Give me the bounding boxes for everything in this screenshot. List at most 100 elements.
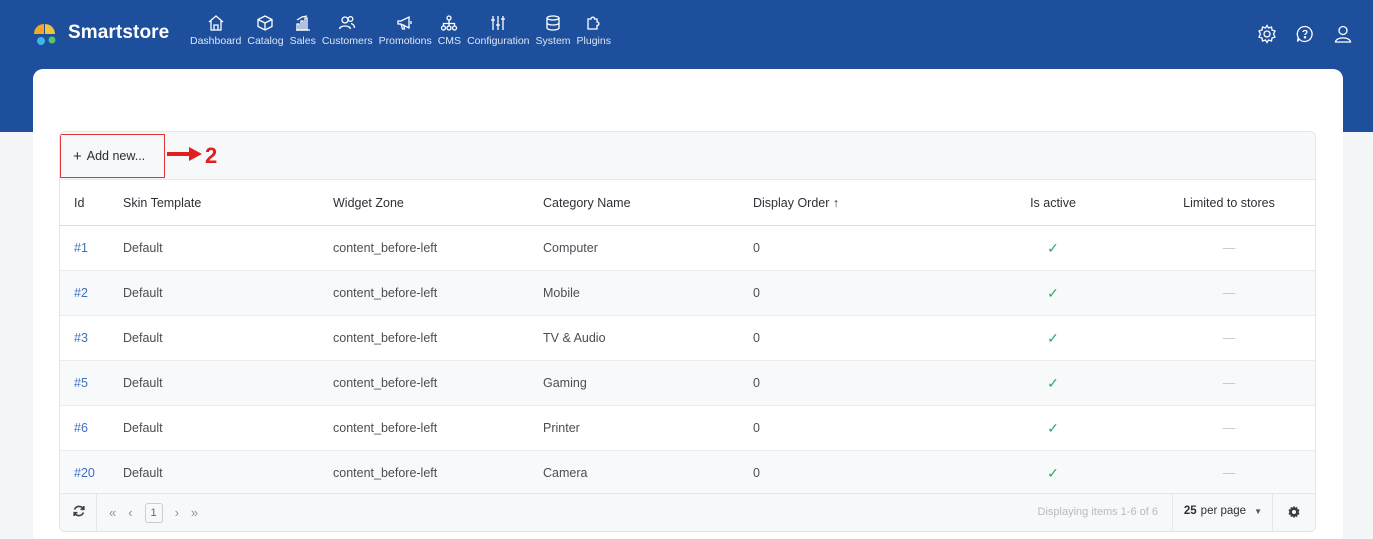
column-header-skin-template[interactable]: Skin Template (123, 196, 333, 210)
check-icon: ✓ (1047, 284, 1059, 301)
dash-icon: — (1222, 376, 1236, 390)
cell-zone: content_before-left (333, 466, 438, 480)
plus-icon: + (73, 147, 82, 165)
footer-divider (96, 493, 97, 531)
grid-toolbar: + Add new... 2 (60, 132, 1315, 180)
nav-label: Sales (289, 35, 316, 47)
row-id-link[interactable]: #2 (60, 286, 123, 300)
per-page-suffix: per page (1200, 505, 1247, 517)
column-header-limited-to-stores[interactable]: Limited to stores (1143, 196, 1315, 210)
smartstore-logo-icon (32, 22, 62, 45)
megaphone-icon (396, 14, 414, 35)
grid-footer: « ‹ 1 › » Displaying items 1-6 of 6 25 p… (60, 493, 1315, 531)
row-id-link[interactable]: #5 (60, 376, 123, 390)
table-row[interactable]: #5 Default content_before-left Gaming 0 … (60, 361, 1315, 406)
add-new-button[interactable]: + Add new... (60, 134, 165, 178)
current-page-button[interactable]: 1 (144, 502, 163, 523)
last-page-button[interactable]: » (191, 505, 198, 520)
dash-icon: — (1222, 331, 1236, 345)
cell-order: 0 (753, 331, 760, 345)
nav-sales[interactable]: Sales (290, 14, 316, 47)
cell-skin: Default (123, 421, 163, 435)
user-icon[interactable] (1333, 24, 1353, 49)
column-header-id[interactable]: Id (60, 196, 123, 210)
nav-cms[interactable]: CMS (438, 14, 461, 47)
dash-icon: — (1222, 241, 1236, 255)
refresh-icon[interactable] (72, 504, 86, 521)
dash-icon: — (1222, 421, 1236, 435)
table-row[interactable]: #6 Default content_before-left Printer 0… (60, 406, 1315, 451)
nav-customers[interactable]: Customers (322, 14, 373, 47)
cell-zone: content_before-left (333, 376, 438, 390)
row-id-link[interactable]: #20 (60, 466, 123, 480)
per-page-select[interactable]: 25 per page ▼ (1184, 505, 1262, 517)
cell-category: Computer (543, 241, 598, 255)
prev-page-button[interactable]: ‹ (128, 505, 132, 520)
annotation-arrow-icon (167, 146, 203, 167)
footer-divider (1172, 494, 1173, 531)
annotation-step-number: 2 (205, 143, 218, 168)
table-header: Id Skin Template Widget Zone Category Na… (60, 180, 1315, 226)
check-icon: ✓ (1047, 329, 1059, 346)
footer-divider (1272, 494, 1273, 531)
cell-category: Mobile (543, 286, 580, 300)
nav-catalog[interactable]: Catalog (247, 14, 284, 47)
nav-configuration[interactable]: Configuration (467, 14, 530, 47)
grid-settings-gear-icon[interactable] (1287, 505, 1301, 522)
cell-skin: Default (123, 286, 163, 300)
caret-down-icon: ▼ (1254, 506, 1262, 516)
cell-zone: content_before-left (333, 286, 438, 300)
next-page-button[interactable]: › (175, 505, 179, 520)
sliders-icon (489, 14, 507, 35)
check-icon: ✓ (1047, 464, 1059, 481)
cell-order: 0 (753, 466, 760, 480)
sitemap-icon (440, 14, 458, 35)
dash-icon: — (1222, 286, 1236, 300)
settings-gear-icon[interactable] (1257, 24, 1277, 49)
nav-plugins[interactable]: Plugins (577, 14, 611, 47)
nav-label: Dashboard (190, 35, 242, 47)
nav-label: Configuration (467, 35, 530, 47)
nav-dashboard[interactable]: Dashboard (190, 14, 241, 47)
cell-skin: Default (123, 331, 163, 345)
row-id-link[interactable]: #3 (60, 331, 123, 345)
header-actions (1239, 24, 1353, 49)
column-header-is-active[interactable]: Is active (963, 196, 1143, 210)
nav-system[interactable]: System (536, 14, 571, 47)
home-icon (207, 14, 225, 35)
help-icon[interactable] (1295, 24, 1315, 49)
nav-label: Plugins (576, 35, 611, 47)
per-page-value: 25 (1183, 505, 1197, 517)
cell-skin: Default (123, 241, 163, 255)
bar-chart-icon (294, 14, 312, 35)
cell-skin: Default (123, 466, 163, 480)
cell-zone: content_before-left (333, 421, 438, 435)
column-header-widget-zone[interactable]: Widget Zone (333, 196, 543, 210)
cell-order: 0 (753, 286, 760, 300)
check-icon: ✓ (1047, 374, 1059, 391)
nav-label: CMS (437, 35, 462, 47)
add-new-label: Add new... (86, 149, 146, 163)
check-icon: ✓ (1047, 419, 1059, 436)
display-info: Displaying items 1-6 of 6 (1037, 506, 1158, 518)
cell-zone: content_before-left (333, 331, 438, 345)
database-icon (544, 14, 562, 35)
column-header-category-name[interactable]: Category Name (543, 196, 753, 210)
cell-zone: content_before-left (333, 241, 438, 255)
table-row[interactable]: #2 Default content_before-left Mobile 0 … (60, 271, 1315, 316)
column-header-display-order[interactable]: Display Order ↑ (753, 196, 963, 210)
puzzle-icon (585, 14, 603, 35)
main-nav: Dashboard Catalog Sales Customers Promot… (190, 14, 617, 47)
table-row[interactable]: #3 Default content_before-left TV & Audi… (60, 316, 1315, 361)
nav-label: Customers (321, 35, 373, 47)
brand-logo[interactable]: Smartstore (32, 22, 169, 45)
cell-order: 0 (753, 241, 760, 255)
row-id-link[interactable]: #1 (60, 241, 123, 255)
row-id-link[interactable]: #6 (60, 421, 123, 435)
cell-skin: Default (123, 376, 163, 390)
table-row[interactable]: #1 Default content_before-left Computer … (60, 226, 1315, 271)
nav-label: System (535, 35, 571, 47)
table-row[interactable]: #20 Default content_before-left Camera 0… (60, 451, 1315, 496)
nav-promotions[interactable]: Promotions (379, 14, 432, 47)
first-page-button[interactable]: « (109, 505, 116, 520)
